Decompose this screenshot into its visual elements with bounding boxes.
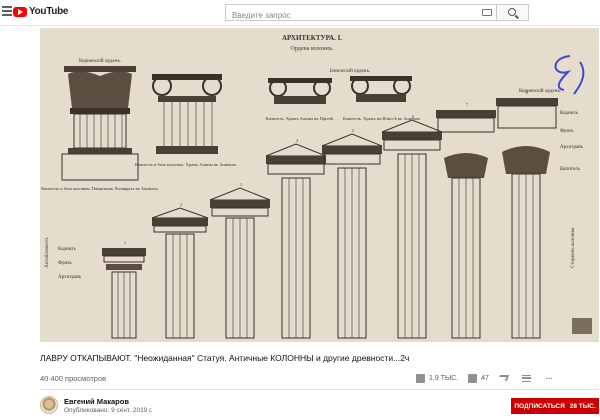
label-friz-right: Фризъ	[560, 129, 574, 134]
view-count: 40 400 просмотров	[40, 374, 107, 383]
label-architrav-left: Архитравъ	[58, 275, 81, 280]
share-icon	[497, 375, 510, 381]
share-button[interactable]	[497, 375, 512, 381]
search-button[interactable]	[497, 4, 529, 21]
video-player[interactable]: АРХИТЕКТУРА. I. Ордена колоннъ. Коринѳск…	[40, 28, 599, 342]
column-number: 6	[412, 114, 414, 119]
youtube-logo[interactable]: YouTube	[13, 6, 69, 17]
label-stem-column: Стержень колонны	[571, 227, 576, 268]
search-icon	[508, 8, 516, 16]
column-number: 8	[526, 90, 528, 95]
search-input[interactable]	[226, 8, 476, 23]
label-capital-lysicrates: Капитель и база колонны. Памятникъ Лизик…	[41, 186, 159, 191]
channel-avatar[interactable]	[40, 396, 58, 414]
corner-thumbnail	[572, 318, 592, 334]
subscriber-count: 28 ТЫС.	[569, 402, 596, 410]
column-number: 4	[296, 138, 298, 143]
hamburger-menu-icon[interactable]	[2, 6, 12, 18]
label-friz-left: Фризъ	[58, 261, 72, 266]
thumbs-up-icon	[416, 373, 425, 383]
like-button[interactable]: 1,9 ТЫС.	[416, 373, 459, 383]
label-entablature: Антаблементъ	[45, 237, 50, 268]
label-karniz-left: Карнизъ	[58, 247, 76, 252]
dislike-button[interactable]: 47	[468, 373, 489, 383]
subscribe-button[interactable]: ПОДПИСАТЬСЯ 28 ТЫС.	[511, 398, 599, 414]
playlist-add-icon	[521, 374, 531, 382]
divider	[40, 389, 599, 390]
page-subheading: Ордена колоннъ.	[291, 46, 334, 52]
label-capital-priene: Капитель. Храмъ Аѳины въ Пріенѣ.	[266, 116, 335, 121]
video-actions: 1,9 ТЫС. 47 ···	[416, 371, 553, 385]
page-heading: АРХИТЕКТУРА. I.	[282, 34, 342, 42]
column-number: 1	[124, 240, 126, 245]
label-capital-erechtheion: Капитель и база колонны. Храмъ Аѳины въ …	[135, 162, 237, 167]
label-corinthian-order-top: Коринѳскій орденъ.	[79, 59, 121, 64]
column-number: 7	[466, 102, 468, 107]
thumbs-down-icon	[468, 373, 478, 383]
label-architrav-right: Архитравъ	[560, 145, 583, 150]
label-capital-right: Капитель	[560, 167, 581, 172]
video-frame-illustration: АРХИТЕКТУРА. I. Ордена колоннъ. Коринѳск…	[40, 28, 599, 342]
keyboard-icon[interactable]	[482, 9, 492, 16]
column-number: 5	[352, 128, 354, 133]
channel-name[interactable]: Евгений Макаров	[64, 397, 129, 406]
dislike-count: 47	[481, 374, 489, 382]
label-karniz-right: Карнизъ	[560, 111, 578, 116]
label-ionic-order: Іоническій орденъ.	[330, 69, 371, 74]
save-button[interactable]	[521, 374, 535, 382]
logo-text: YouTube	[29, 6, 69, 17]
like-count: 1,9 ТЫС.	[429, 374, 459, 382]
youtube-play-icon	[13, 6, 27, 17]
column-number: 2	[180, 202, 182, 207]
subscribe-label: ПОДПИСАТЬСЯ	[514, 402, 565, 410]
more-options-icon[interactable]: ···	[545, 373, 553, 384]
top-bar: YouTube	[0, 0, 600, 26]
publish-date: Опубликовано: 9 сент. 2019 г.	[64, 407, 153, 414]
column-number: 3	[240, 182, 242, 187]
video-title: ЛАВРУ ОТКАПЫВАЮТ. "Неожиданная" Статуя. …	[40, 353, 410, 363]
search-box	[225, 4, 497, 23]
label-capital-ilissos: Капитель. Храмъ на Илиссѣ въ Аѳинахъ.	[343, 116, 421, 121]
